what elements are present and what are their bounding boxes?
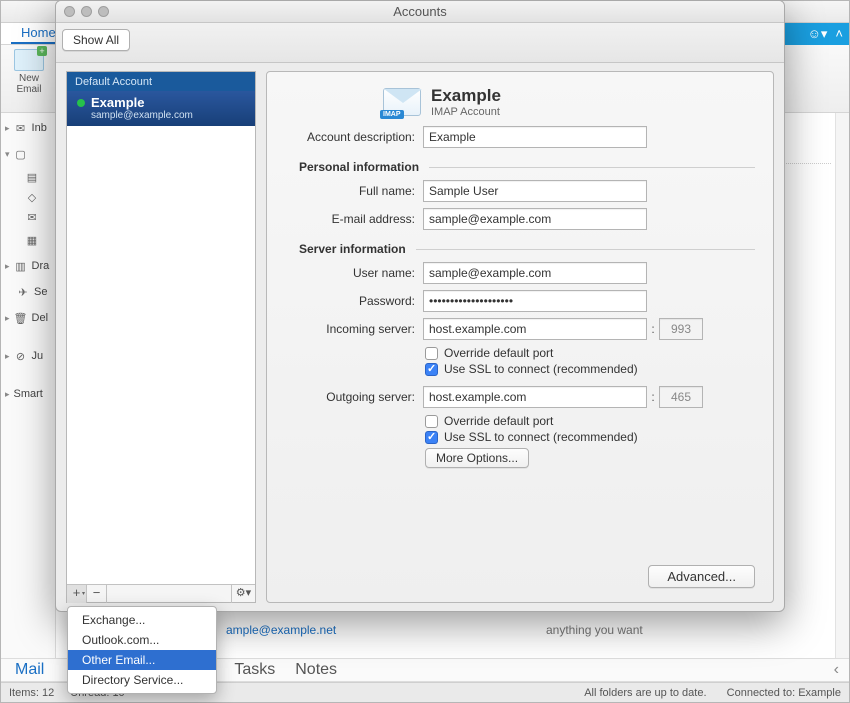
- nav-tasks[interactable]: Tasks: [234, 661, 275, 679]
- collapse-ribbon-icon[interactable]: ˄: [835, 26, 843, 42]
- incoming-override-label: Override default port: [444, 346, 553, 360]
- sidebar-item-sep: ▾▢: [1, 141, 55, 167]
- show-all-button[interactable]: Show All: [62, 29, 130, 51]
- modal-toolbar: Show All: [56, 23, 784, 63]
- label-outgoing: Outgoing server:: [285, 390, 415, 404]
- status-connection: Connected to: Example: [727, 687, 841, 699]
- outgoing-ssl-label: Use SSL to connect (recommended): [444, 430, 638, 444]
- zoom-icon[interactable]: [98, 6, 109, 17]
- modal-title: Accounts: [393, 4, 446, 19]
- account-row-selected[interactable]: Example sample@example.com: [67, 91, 255, 126]
- envelope-icon: [14, 49, 44, 71]
- status-items: Items: 12: [9, 687, 54, 699]
- menu-exchange[interactable]: Exchange...: [68, 610, 216, 630]
- username-input[interactable]: [423, 262, 647, 284]
- label-password: Password:: [285, 294, 415, 308]
- sidebar-item-sent[interactable]: ✈Se: [1, 279, 55, 305]
- add-account-menu[interactable]: Exchange... Outlook.com... Other Email..…: [67, 606, 217, 694]
- email-input[interactable]: [423, 208, 647, 230]
- modal-titlebar: Accounts: [56, 1, 784, 23]
- nav-mail[interactable]: Mail: [15, 661, 44, 679]
- remove-account-button[interactable]: −: [87, 585, 107, 603]
- account-settings-button[interactable]: ⚙▾: [231, 585, 255, 603]
- nav-notes[interactable]: Notes: [295, 661, 337, 679]
- outgoing-override-label: Override default port: [444, 414, 553, 428]
- incoming-server-input[interactable]: [423, 318, 647, 340]
- menu-directory[interactable]: Directory Service...: [68, 670, 216, 690]
- detail-title: Example: [431, 86, 501, 106]
- nav-scroll-icon[interactable]: ‹: [834, 661, 839, 679]
- label-username: User name:: [285, 266, 415, 280]
- detail-subtitle: IMAP Account: [431, 106, 501, 118]
- menu-other-email[interactable]: Other Email...: [68, 650, 216, 670]
- label-fullname: Full name:: [285, 184, 415, 198]
- scrollbar[interactable]: [835, 113, 849, 658]
- accounts-list-footer: +▾ − ⚙▾: [67, 584, 255, 602]
- imap-envelope-icon: [383, 88, 421, 116]
- account-email: sample@example.com: [91, 110, 193, 121]
- default-account-header: Default Account: [67, 72, 255, 91]
- label-description: Account description:: [285, 130, 415, 144]
- online-indicator-icon: [77, 99, 85, 107]
- section-personal: Personal information: [299, 160, 419, 174]
- sidebar-item-drafts[interactable]: ▸▥Dra: [1, 253, 55, 279]
- sidebar-item-deleted[interactable]: ▸🗑Del: [1, 305, 55, 331]
- menu-outlook[interactable]: Outlook.com...: [68, 630, 216, 650]
- incoming-override-port-checkbox[interactable]: [425, 347, 438, 360]
- status-sync: All folders are up to date.: [584, 687, 706, 699]
- sidebar-item-junk[interactable]: ▸⊘Ju: [1, 343, 55, 369]
- port-separator-out: :: [647, 390, 659, 404]
- new-email-button[interactable]: New Email: [9, 49, 49, 95]
- smiley-icon[interactable]: ☺▾: [808, 26, 828, 42]
- account-name: Example: [91, 95, 193, 110]
- sidebar-item-smart[interactable]: ▸Smart: [1, 381, 55, 407]
- sidebar-item-inbox[interactable]: ▸✉Inb: [1, 115, 55, 141]
- section-server: Server information: [299, 242, 406, 256]
- outgoing-server-input[interactable]: [423, 386, 647, 408]
- outgoing-ssl-checkbox[interactable]: [425, 431, 438, 444]
- new-email-label-1: New: [19, 73, 39, 84]
- more-options-button[interactable]: More Options...: [425, 448, 529, 468]
- incoming-ssl-label: Use SSL to connect (recommended): [444, 362, 638, 376]
- new-email-label-2: Email: [16, 84, 41, 95]
- account-detail: Example IMAP Account Account description…: [266, 71, 774, 603]
- accounts-window: Accounts Show All Default Account Exampl…: [55, 0, 785, 612]
- incoming-port-input[interactable]: [659, 318, 703, 340]
- incoming-ssl-checkbox[interactable]: [425, 363, 438, 376]
- outgoing-port-input[interactable]: [659, 386, 703, 408]
- folder-sidebar[interactable]: ▸✉Inb ▾▢ ▤ ◇ ✉ ▦ ▸▥Dra ✈Se ▸🗑Del ▸⊘Ju ▸S…: [1, 113, 56, 658]
- close-icon[interactable]: [64, 6, 75, 17]
- port-separator: :: [647, 322, 659, 336]
- traffic-lights[interactable]: [64, 6, 109, 17]
- password-input[interactable]: [423, 290, 647, 312]
- minimize-icon[interactable]: [81, 6, 92, 17]
- accounts-list: Default Account Example sample@example.c…: [66, 71, 256, 603]
- outgoing-override-port-checkbox[interactable]: [425, 415, 438, 428]
- fullname-input[interactable]: [423, 180, 647, 202]
- add-account-button[interactable]: +▾: [67, 585, 87, 603]
- description-input[interactable]: [423, 126, 647, 148]
- label-incoming: Incoming server:: [285, 322, 415, 336]
- advanced-button[interactable]: Advanced...: [648, 565, 755, 588]
- label-email: E-mail address:: [285, 212, 415, 226]
